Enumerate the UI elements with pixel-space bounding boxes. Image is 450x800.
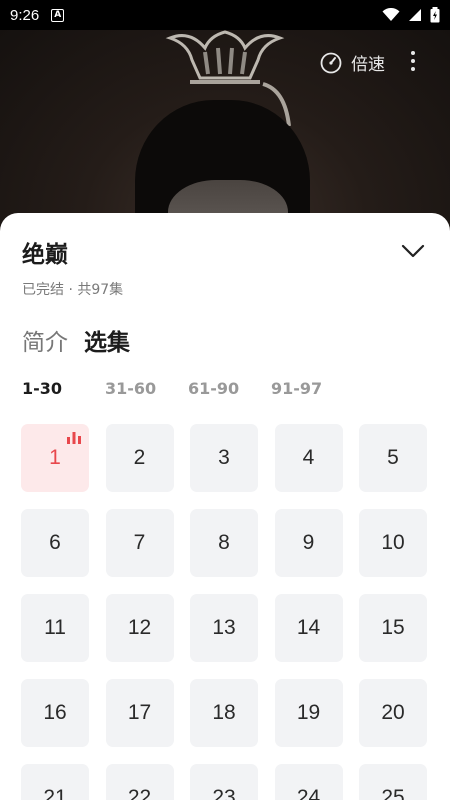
status-time: 9:26: [10, 6, 40, 24]
chevron-down-icon[interactable]: [400, 241, 426, 261]
more-options-icon[interactable]: [402, 50, 424, 72]
episode-number: 4: [302, 446, 315, 469]
episode-button[interactable]: 9: [274, 509, 343, 577]
episode-number: 5: [387, 446, 399, 469]
episode-grid: 1 2 3 4 5 6 7 8 9 10 11 12 13 14 15 16 1…: [21, 424, 427, 800]
episode-button[interactable]: 6: [21, 509, 89, 577]
status-bar: 9:26 A: [0, 0, 450, 30]
app-notification-icon: A: [51, 8, 65, 22]
episode-button[interactable]: 20: [359, 679, 427, 747]
episode-button[interactable]: 22: [105, 764, 174, 800]
episode-number: 24: [296, 786, 321, 800]
episode-number: 23: [212, 786, 236, 800]
cellular-signal-icon: [409, 9, 421, 21]
episode-number: 1: [49, 446, 61, 469]
episode-button[interactable]: 11: [21, 594, 89, 662]
episode-button[interactable]: 25: [359, 764, 427, 800]
episode-button[interactable]: 21: [21, 764, 89, 800]
episode-number: 20: [381, 701, 405, 724]
battery-icon: [430, 7, 440, 23]
episode-button[interactable]: 18: [190, 679, 258, 747]
episode-button[interactable]: 23: [190, 764, 258, 800]
range-tab-1-30[interactable]: 1-30: [22, 379, 105, 398]
range-tab-31-60[interactable]: 31-60: [105, 379, 188, 398]
episode-button[interactable]: 7: [105, 509, 174, 577]
playback-speed-button[interactable]: 倍速: [320, 50, 385, 75]
episode-number: 17: [127, 701, 152, 724]
episode-number: 12: [127, 616, 152, 639]
episode-button[interactable]: 15: [359, 594, 427, 662]
episode-number: 16: [43, 701, 67, 724]
episode-number: 13: [212, 616, 236, 639]
series-title: 绝巅: [22, 242, 68, 268]
episode-number: 21: [43, 786, 67, 800]
tab-episodes[interactable]: 选集: [84, 323, 130, 357]
episode-button[interactable]: 10: [359, 509, 427, 577]
episode-button[interactable]: 8: [190, 509, 258, 577]
episode-number: 6: [49, 531, 61, 554]
speed-gauge-icon: [320, 52, 342, 73]
episode-sheet: 绝巅 已完结 · 共97集 简介 选集 1-30 31-60 61-90 91-…: [0, 213, 450, 800]
video-player[interactable]: 倍速: [0, 30, 450, 230]
episode-button[interactable]: 13: [190, 594, 258, 662]
episode-number: 9: [302, 531, 315, 554]
episode-button[interactable]: 2: [105, 424, 174, 492]
episode-button[interactable]: 3: [190, 424, 258, 492]
episode-number: 7: [133, 531, 146, 554]
episode-number: 22: [127, 786, 152, 800]
episode-button[interactable]: 12: [105, 594, 174, 662]
episode-number: 25: [381, 786, 405, 800]
sheet-tabs: 简介 选集: [22, 323, 130, 357]
tab-intro[interactable]: 简介: [22, 323, 68, 357]
episode-button[interactable]: 5: [359, 424, 427, 492]
episode-button[interactable]: 16: [21, 679, 89, 747]
episode-button[interactable]: 1: [21, 424, 89, 492]
episode-button[interactable]: 14: [274, 594, 343, 662]
episode-number: 11: [44, 616, 66, 639]
episode-number: 3: [218, 446, 230, 469]
episode-button[interactable]: 17: [105, 679, 174, 747]
range-tab-91-97[interactable]: 91-97: [271, 379, 354, 398]
playback-speed-label: 倍速: [351, 55, 385, 75]
episode-number: 8: [218, 531, 230, 554]
wifi-icon: [382, 8, 400, 21]
episode-number: 18: [212, 701, 236, 724]
now-playing-icon: [67, 432, 81, 444]
series-status: 已完结 · 共97集: [22, 282, 124, 298]
episode-button[interactable]: 24: [274, 764, 343, 800]
episode-number: 2: [133, 446, 146, 469]
episode-number: 19: [296, 701, 321, 724]
episode-button[interactable]: 19: [274, 679, 343, 747]
episode-number: 10: [381, 531, 405, 554]
episode-number: 15: [381, 616, 405, 639]
range-tab-61-90[interactable]: 61-90: [188, 379, 271, 398]
episode-number: 14: [296, 616, 321, 639]
episode-range-tabs: 1-30 31-60 61-90 91-97: [22, 379, 354, 398]
episode-button[interactable]: 4: [274, 424, 343, 492]
